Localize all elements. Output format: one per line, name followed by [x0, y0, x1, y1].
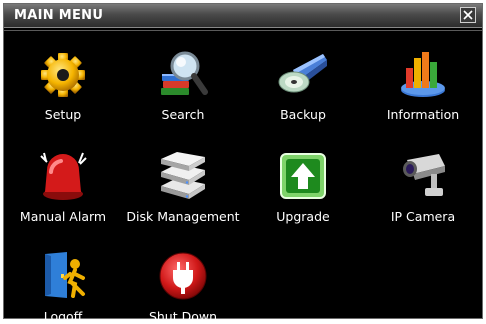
window-title: MAIN MENU: [14, 8, 104, 23]
close-button[interactable]: [460, 7, 476, 23]
menu-item-setup[interactable]: Setup: [4, 48, 122, 122]
ip-camera-icon: [403, 154, 445, 196]
menu-item-label: Disk Management: [126, 209, 240, 224]
menu-item-manual-alarm[interactable]: Manual Alarm: [4, 150, 122, 224]
menu-item-label: Shut Down: [148, 309, 218, 324]
title-separator: [4, 30, 482, 31]
magnifier-books-icon: [161, 51, 208, 95]
menu-item-label: Backup: [280, 107, 326, 122]
menu-item-ip-camera[interactable]: IP Camera: [364, 150, 482, 224]
disc-drive-icon: [278, 54, 327, 93]
alarm-siren-icon: [40, 152, 87, 200]
menu-item-label: Information: [386, 107, 460, 122]
menu-item-shut-down[interactable]: Shut Down: [124, 250, 242, 324]
gear-icon: [41, 53, 85, 97]
menu-item-backup[interactable]: Backup: [244, 48, 362, 122]
menu-item-label: Upgrade: [276, 209, 330, 224]
logoff-door-icon: [45, 252, 85, 298]
menu-item-logoff[interactable]: Logoff: [4, 250, 122, 324]
close-icon: [463, 10, 473, 20]
menu-item-label: Manual Alarm: [19, 209, 107, 224]
power-plug-icon: [159, 252, 207, 300]
main-menu-window: MAIN MENU Setup Search Backup Informatio…: [3, 3, 483, 324]
menu-item-upgrade[interactable]: Upgrade: [244, 150, 362, 224]
hard-disk-icon: [161, 152, 205, 199]
menu-item-information[interactable]: Information: [364, 48, 482, 122]
menu-item-disk-management[interactable]: Disk Management: [124, 150, 242, 224]
menu-item-label: Search: [161, 107, 205, 122]
upgrade-arrow-icon: [280, 153, 326, 199]
title-bar: MAIN MENU: [4, 4, 482, 28]
menu-item-label: Logoff: [43, 309, 83, 324]
menu-item-label: Setup: [44, 107, 82, 122]
menu-item-search[interactable]: Search: [124, 48, 242, 122]
bar-chart-icon: [401, 52, 445, 97]
menu-item-label: IP Camera: [390, 209, 456, 224]
